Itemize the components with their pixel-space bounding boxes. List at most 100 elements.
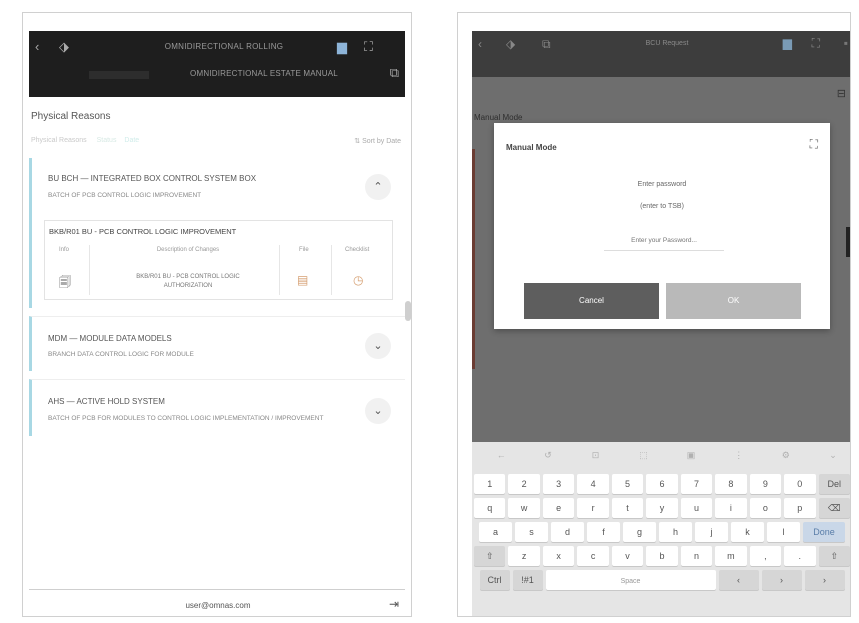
key[interactable]: f <box>587 522 620 542</box>
active-tab-indicator[interactable] <box>89 71 149 79</box>
pdf-file-icon[interactable]: ▤ <box>297 273 308 287</box>
filter-date[interactable]: Date <box>124 137 139 144</box>
document-icon[interactable]: 🗐 <box>59 273 71 294</box>
key[interactable]: Done <box>803 522 845 542</box>
key[interactable]: Del <box>818 474 850 494</box>
copy-icon[interactable]: ⧉ <box>542 37 551 52</box>
cancel-button[interactable]: Cancel <box>524 283 659 319</box>
fullscreen-icon[interactable]: ⛶ <box>812 36 820 51</box>
keyboard-toolbar-icon[interactable]: ⌄ <box>829 450 837 461</box>
clock-icon[interactable]: ◷ <box>353 273 363 287</box>
card-subtitle: BATCH OF PCB CONTROL LOGIC IMPROVEMENT <box>48 192 202 199</box>
key[interactable]: ⌫ <box>818 498 850 518</box>
scrollbar[interactable] <box>405 301 411 321</box>
key[interactable]: y <box>646 498 678 518</box>
logout-icon[interactable]: ⇥ <box>389 597 399 611</box>
window-icon[interactable]: ⧉ <box>390 65 399 81</box>
key[interactable]: › <box>804 570 845 590</box>
chevron-down-icon[interactable]: ⌄ <box>365 333 391 359</box>
key[interactable]: p <box>784 498 816 518</box>
filter-bar: Physical Reasons Status Date <box>31 137 139 144</box>
key[interactable]: !#1 <box>512 570 543 590</box>
key[interactable]: j <box>695 522 728 542</box>
menu-icon[interactable]: ▪ <box>844 36 848 50</box>
fullscreen-icon[interactable]: ⛶ <box>364 39 373 55</box>
card-subtitle: BATCH OF PCB FOR MODULES TO CONTROL LOGI… <box>48 415 324 422</box>
expand-icon[interactable]: ⛶ <box>810 137 818 152</box>
left-screen: ‹ ⬗ OMNIDIRECTIONAL ROLLING ▆ ⛶ OMNIDIRE… <box>22 12 412 617</box>
key[interactable]: 4 <box>577 474 609 494</box>
col-file: File <box>299 247 309 253</box>
chevron-up-icon[interactable]: ⌃ <box>365 174 391 200</box>
dialog-hint: (enter to TSB) <box>640 203 684 210</box>
key[interactable]: q <box>474 498 506 518</box>
back-icon[interactable]: ‹ <box>35 39 39 54</box>
key[interactable]: 0 <box>784 474 816 494</box>
key[interactable]: › <box>761 570 802 590</box>
sort-control[interactable]: ⇅ Sort by Date <box>354 137 401 145</box>
key[interactable]: 1 <box>474 474 506 494</box>
key[interactable]: , <box>749 546 782 566</box>
key[interactable]: ⇧ <box>474 546 506 566</box>
sync-icon[interactable]: ▆ <box>783 36 792 50</box>
sync-icon[interactable]: ▆ <box>337 39 347 55</box>
key[interactable]: m <box>715 546 747 566</box>
key[interactable]: s <box>515 522 548 542</box>
key[interactable]: o <box>749 498 782 518</box>
key[interactable]: w <box>508 498 540 518</box>
key[interactable]: 8 <box>715 474 747 494</box>
password-input[interactable] <box>604 231 724 251</box>
key[interactable]: h <box>659 522 692 542</box>
key[interactable]: 9 <box>749 474 782 494</box>
background-accent <box>472 149 475 369</box>
keyboard-toolbar-icon[interactable]: ← <box>497 450 506 460</box>
key[interactable]: 7 <box>680 474 713 494</box>
filter-reasons[interactable]: Physical Reasons <box>31 137 87 144</box>
keyboard-toolbar-icon[interactable]: ▣ <box>687 450 696 461</box>
key[interactable]: i <box>715 498 747 518</box>
keyboard-toolbar-icon[interactable]: ⋮ <box>734 450 743 461</box>
key[interactable]: 3 <box>542 474 575 494</box>
space-key[interactable]: Space <box>545 570 716 590</box>
key[interactable]: k <box>731 522 764 542</box>
keyboard-toolbar-icon[interactable]: ⊡ <box>592 450 600 461</box>
key[interactable]: v <box>611 546 644 566</box>
key[interactable]: g <box>623 522 656 542</box>
list-item[interactable]: AHS — ACTIVE HOLD SYSTEM BATCH OF PCB FO… <box>29 379 405 436</box>
key[interactable]: ⇧ <box>818 546 850 566</box>
key[interactable]: Ctrl <box>479 570 510 590</box>
key[interactable]: a <box>479 522 512 542</box>
key[interactable]: ‹ <box>718 570 759 590</box>
col-checklist: Checklist <box>345 247 370 253</box>
key[interactable]: 5 <box>611 474 644 494</box>
list-item[interactable]: BU BCH — INTEGRATED BOX CONTROL SYSTEM B… <box>29 158 405 308</box>
key[interactable]: e <box>542 498 575 518</box>
ok-button[interactable]: OK <box>666 283 801 319</box>
key[interactable]: u <box>680 498 713 518</box>
key[interactable]: r <box>577 498 609 518</box>
list-item[interactable]: MDM — MODULE DATA MODELS BRANCH DATA CON… <box>29 316 405 371</box>
key[interactable]: n <box>680 546 713 566</box>
keyboard-toolbar-icon[interactable]: ↺ <box>544 450 552 461</box>
key[interactable]: 2 <box>508 474 540 494</box>
key[interactable]: t <box>611 498 644 518</box>
back-icon[interactable]: ‹ <box>478 37 482 51</box>
right-screen: ‹ ⬗ ⧉ BCU Request ▆ ⛶ ▪ ⊟ Manual Mode Ma… <box>457 12 851 617</box>
keyboard-toolbar-icon[interactable]: ⬚ <box>639 450 648 461</box>
row-description: BKB/R01 BU - PCB CONTROL LOGIC AUTHORIZA… <box>136 274 240 289</box>
filter-status[interactable]: Status <box>97 137 117 144</box>
key[interactable]: b <box>646 546 678 566</box>
top-bar-title: OMNIDIRECTIONAL ROLLING <box>164 42 284 51</box>
top-bar: ‹ ⬗ OMNIDIRECTIONAL ROLLING ▆ ⛶ OMNIDIRE… <box>29 31 405 97</box>
key[interactable]: d <box>551 522 584 542</box>
col-description: Description of Changes <box>156 247 220 253</box>
key[interactable]: z <box>508 546 540 566</box>
key[interactable]: x <box>542 546 575 566</box>
panel-icon: ⊟ <box>836 88 846 100</box>
key[interactable]: l <box>767 522 800 542</box>
keyboard-toolbar-icon[interactable]: ⚙ <box>782 450 790 461</box>
key[interactable]: 6 <box>646 474 678 494</box>
key[interactable]: . <box>784 546 816 566</box>
key[interactable]: c <box>577 546 609 566</box>
chevron-down-icon[interactable]: ⌄ <box>365 398 391 424</box>
